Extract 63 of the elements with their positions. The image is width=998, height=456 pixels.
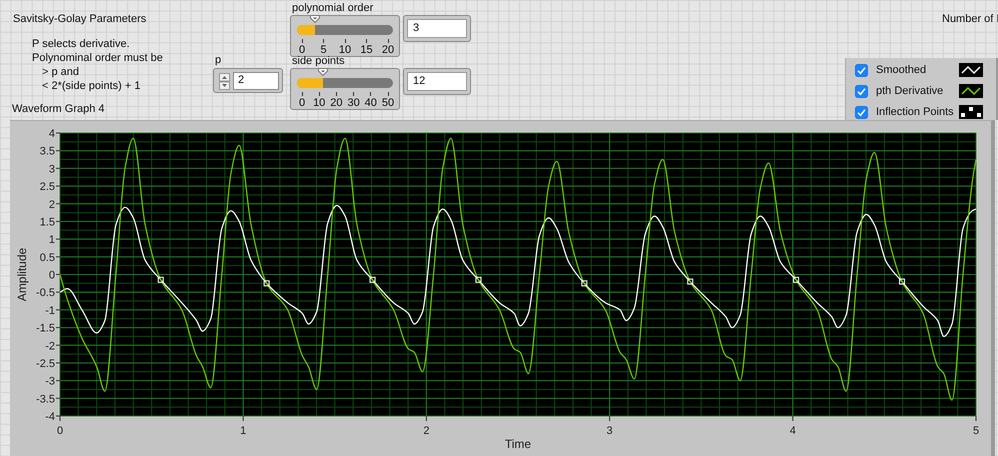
y-tick-label: -2: [45, 340, 55, 352]
x-axis-title: Time: [504, 437, 532, 451]
value-field[interactable]: 12: [403, 68, 471, 95]
point-marker: [898, 278, 905, 285]
y-tick-label: 3: [48, 163, 55, 176]
y-tick-label: 1: [48, 234, 55, 246]
increment-decrement-icon[interactable]: [219, 73, 230, 90]
y-tick-label: 2.5: [40, 181, 55, 194]
tick-label: 5: [314, 39, 334, 56]
tick-label: 10: [335, 39, 355, 56]
slider-label: side points: [292, 55, 345, 67]
legend-label: Smoothed: [876, 64, 926, 76]
y-tick-label: -3.5: [36, 393, 55, 406]
point-marker: [687, 278, 694, 285]
section-title: Savitsky-Golay Parameters: [13, 13, 146, 25]
checkbox[interactable]: [855, 64, 868, 76]
tick-label: 20: [378, 39, 398, 56]
value-field[interactable]: 3: [403, 15, 471, 42]
x-tick-label: 1: [240, 425, 246, 437]
y-tick-label: -0.5: [36, 287, 55, 300]
y-tick-label: 3.5: [40, 146, 55, 158]
tick-label: 0: [292, 92, 312, 109]
x-tick-label: 2: [423, 425, 430, 437]
tick-label: 15: [356, 39, 376, 56]
x-tick-label: 0: [56, 425, 64, 437]
y-tick-label: -4: [45, 411, 55, 423]
legend-label: Inflection Points: [876, 106, 954, 118]
y-tick-label: 1.5: [40, 216, 55, 228]
point-marker: [264, 280, 270, 286]
y-tick-label: -2.5: [36, 358, 55, 370]
plot-style-swatch[interactable]: [959, 84, 983, 98]
slider-control[interactable]: 0 5 10 15 20: [290, 15, 400, 57]
tick-label: 0: [292, 39, 312, 56]
y-tick-label: 4: [48, 128, 55, 140]
checkbox[interactable]: [855, 84, 868, 98]
plot-style-swatch[interactable]: [959, 63, 983, 77]
numeric-input[interactable]: 2: [233, 72, 279, 90]
numeric-control[interactable]: 2: [213, 68, 283, 93]
y-tick-label: 0: [48, 270, 55, 282]
point-marker: [581, 280, 588, 286]
graph-title: Waveform Graph 4: [12, 103, 105, 115]
y-axis-title: Amplitude: [15, 248, 29, 302]
slider-thumb[interactable]: [310, 15, 320, 23]
control-label: p: [215, 54, 222, 66]
point-marker: [793, 276, 800, 283]
slider-label: polynomial order: [292, 2, 374, 14]
y-tick-label: -1.5: [36, 322, 55, 335]
y-tick-label: 0.5: [40, 252, 55, 264]
x-tick-label: 5: [972, 425, 980, 437]
x-tick-label: 4: [790, 425, 796, 437]
y-tick-label: -3: [45, 376, 55, 388]
point-marker: [475, 276, 482, 283]
y-tick-label: -1: [45, 304, 55, 317]
x-tick-label: 3: [606, 425, 613, 437]
slider-control[interactable]: 0 10 20 30 40 50: [290, 68, 400, 110]
tick-label: 50: [378, 92, 398, 109]
instructions-text: P selects derivative. Polynominal order must be > p and < 2*(side points) + 1: [32, 37, 163, 93]
legend-label: pth Derivative: [876, 85, 944, 97]
slider-thumb[interactable]: [318, 68, 328, 76]
checkbox[interactable]: [855, 106, 868, 118]
point-marker: [370, 276, 376, 283]
point-marker: [158, 276, 164, 283]
y-tick-label: 2: [48, 198, 55, 211]
